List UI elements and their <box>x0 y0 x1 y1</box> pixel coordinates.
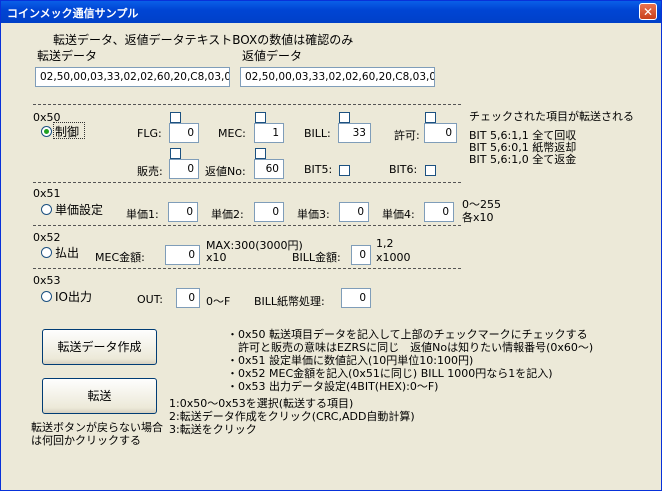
sale-field[interactable]: 0 <box>169 159 199 179</box>
flg-checkbox[interactable] <box>170 112 181 123</box>
info-line-5: ・0x53 出力データ設定(4BIT(HEX):0～F) <box>227 380 439 393</box>
out-range: 0～F <box>206 295 231 308</box>
radio-unit-price-label: 単価設定 <box>55 203 104 217</box>
section-0x51-code: 0x51 <box>33 187 61 200</box>
retno-checkbox[interactable] <box>255 148 266 159</box>
bill-mult-note: x1000 <box>376 251 411 264</box>
send-button[interactable]: 転送 <box>42 378 157 414</box>
mec-field[interactable]: 1 <box>254 123 284 143</box>
bill-label: BILL: <box>304 127 331 140</box>
create-data-button[interactable]: 転送データ作成 <box>42 329 157 365</box>
section-0x52-code: 0x52 <box>33 231 61 244</box>
window-title: コインメック通信サンプル <box>7 7 139 20</box>
mec-amount-field[interactable]: 0 <box>165 245 200 265</box>
price3-field[interactable]: 0 <box>339 202 369 222</box>
allow-field[interactable]: 0 <box>424 123 457 143</box>
bit5-checkbox[interactable] <box>339 165 350 176</box>
bill-field[interactable]: 33 <box>338 123 371 143</box>
section-0x53-code: 0x53 <box>33 274 61 287</box>
flg-label: FLG: <box>137 127 162 140</box>
radio-payout[interactable] <box>41 247 52 258</box>
flg-field[interactable]: 0 <box>169 123 199 143</box>
out-label: OUT: <box>137 293 163 306</box>
radio-payout-label: 払出 <box>55 246 80 260</box>
bill-range-note: 1,2 <box>376 237 394 250</box>
bill-checkbox[interactable] <box>339 112 350 123</box>
radio-control[interactable] <box>41 126 52 137</box>
divider <box>33 268 461 269</box>
divider <box>33 104 461 105</box>
focus-rect <box>53 122 85 139</box>
mec-amount-label: MEC金額: <box>95 251 145 264</box>
radio-io-output[interactable] <box>41 291 52 302</box>
recv-data-label: 返値データ <box>242 49 303 63</box>
mec-checkbox[interactable] <box>255 112 266 123</box>
price4-field[interactable]: 0 <box>424 202 454 222</box>
price3-label: 単価3: <box>297 208 330 221</box>
price1-label: 単価1: <box>126 208 159 221</box>
step-3: 3:転送をクリック <box>169 423 257 436</box>
bill-proc-field[interactable]: 0 <box>341 288 371 308</box>
radio-unit-price[interactable] <box>41 204 52 215</box>
bit6-label: BIT6: <box>389 163 418 176</box>
footnote-line-2: は何回かクリックする <box>31 434 141 447</box>
price-mult: 各x10 <box>462 211 494 224</box>
mec-mult-note: x10 <box>206 251 227 264</box>
bit-note-3: BIT 5,6:1,0 全て返金 <box>469 153 577 166</box>
radio-io-output-label: IO出力 <box>55 290 92 304</box>
client-area: 転送データ、返値データテキストBOXの数値は確認のみ 転送データ 02,50,0… <box>1 23 661 490</box>
send-data-label: 転送データ <box>37 49 98 63</box>
divider <box>33 225 461 226</box>
app-window: コインメック通信サンプル ✕ 転送データ、返値データテキストBOXの数値は確認の… <box>0 0 662 491</box>
allow-checkbox[interactable] <box>425 112 436 123</box>
title-bar[interactable]: コインメック通信サンプル ✕ <box>1 1 661 23</box>
send-data-field[interactable]: 02,50,00,03,33,02,02,60,20,C8,03,0D <box>35 67 230 87</box>
retno-field[interactable]: 60 <box>254 159 284 179</box>
divider <box>33 182 461 183</box>
sale-label: 販売: <box>137 165 163 178</box>
out-field[interactable]: 0 <box>176 288 200 308</box>
mec-label: MEC: <box>218 127 246 140</box>
bit6-checkbox[interactable] <box>425 165 436 176</box>
price2-field[interactable]: 0 <box>254 202 284 222</box>
bill-proc-label: BILL紙幣処理: <box>254 295 325 308</box>
bill-amount-label: BILL金額: <box>292 251 341 264</box>
header-note: 転送データ、返値データテキストBOXの数値は確認のみ <box>53 33 354 47</box>
price1-field[interactable]: 0 <box>168 202 198 222</box>
retno-label: 返値No: <box>205 165 246 178</box>
price4-label: 単価4: <box>382 208 415 221</box>
sale-checkbox[interactable] <box>170 148 181 159</box>
recv-data-field[interactable]: 02,50,00,03,33,02,02,60,20,C8,03,0D <box>240 67 435 87</box>
bill-amount-field[interactable]: 0 <box>351 245 371 265</box>
price2-label: 単価2: <box>211 208 244 221</box>
checked-items-note: チェックされた項目が転送される <box>469 110 634 123</box>
allow-label: 許可: <box>394 129 420 142</box>
bit5-label: BIT5: <box>304 163 333 176</box>
close-button[interactable]: ✕ <box>639 3 657 20</box>
